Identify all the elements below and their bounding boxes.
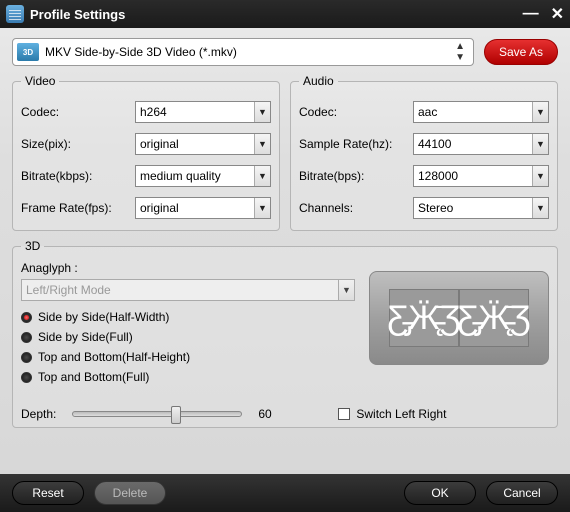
radio-top-bottom-half[interactable]: Top and Bottom(Half-Height) <box>21 347 355 367</box>
close-icon[interactable]: ✕ <box>551 4 564 24</box>
checkbox-icon <box>338 408 350 420</box>
audio-samplerate-value: 44100 <box>418 137 532 151</box>
switch-left-right[interactable]: Switch Left Right <box>338 407 446 421</box>
video-bitrate-label: Bitrate(kbps): <box>21 169 135 183</box>
window: Profile Settings — ✕ 3D MKV Side-by-Side… <box>0 0 570 512</box>
chevron-down-icon: ▼ <box>532 198 548 218</box>
profile-select[interactable]: 3D MKV Side-by-Side 3D Video (*.mkv) ▲▼ <box>12 38 474 66</box>
chevron-down-icon: ▼ <box>254 166 270 186</box>
audio-samplerate-select[interactable]: 44100 ▼ <box>413 133 549 155</box>
video-size-select[interactable]: original ▼ <box>135 133 271 155</box>
three-d-group: 3D Anaglyph : Left/Right Mode ▼ Side by … <box>12 239 558 428</box>
slider-thumb-icon[interactable] <box>171 406 181 424</box>
radio-dot-icon <box>21 332 32 343</box>
cancel-button[interactable]: Cancel <box>486 481 558 505</box>
video-codec-label: Codec: <box>21 105 135 119</box>
radio-dot-icon <box>21 312 32 323</box>
video-legend: Video <box>21 74 59 88</box>
video-size-value: original <box>140 137 254 151</box>
footer: Reset Delete OK Cancel <box>0 474 570 512</box>
save-as-button[interactable]: Save As <box>484 39 558 65</box>
audio-channels-value: Stereo <box>418 201 532 215</box>
radio-dot-icon <box>21 352 32 363</box>
butterfly-icon: Ƹ̵̡Ӝ̵̨̄Ʒ <box>388 301 461 335</box>
video-fps-value: original <box>140 201 254 215</box>
butterfly-icon: Ƹ̵̡Ӝ̵̨̄Ʒ <box>458 301 531 335</box>
video-codec-value: h264 <box>140 105 254 119</box>
radio-label: Top and Bottom(Half-Height) <box>38 350 190 364</box>
radio-side-by-side-half[interactable]: Side by Side(Half-Width) <box>21 307 355 327</box>
audio-channels-label: Channels: <box>299 201 413 215</box>
chevron-down-icon: ▼ <box>254 198 270 218</box>
audio-bitrate-value: 128000 <box>418 169 532 183</box>
audio-samplerate-label: Sample Rate(hz): <box>299 137 413 151</box>
preview-right: Ƹ̵̡Ӝ̵̨̄Ʒ <box>459 289 529 347</box>
anaglyph-label: Anaglyph : <box>21 261 355 275</box>
audio-codec-label: Codec: <box>299 105 413 119</box>
radio-label: Side by Side(Half-Width) <box>38 310 169 324</box>
ok-button[interactable]: OK <box>404 481 476 505</box>
profile-select-value: MKV Side-by-Side 3D Video (*.mkv) <box>45 45 451 59</box>
delete-button: Delete <box>94 481 166 505</box>
titlebar: Profile Settings — ✕ <box>0 0 570 28</box>
depth-label: Depth: <box>21 407 56 421</box>
anaglyph-placeholder: Left/Right Mode <box>26 283 338 297</box>
radio-label: Side by Side(Full) <box>38 330 133 344</box>
switch-label: Switch Left Right <box>356 407 446 421</box>
chevron-down-icon: ▼ <box>254 102 270 122</box>
chevron-down-icon: ▼ <box>532 102 548 122</box>
reset-button[interactable]: Reset <box>12 481 84 505</box>
anaglyph-select[interactable]: Left/Right Mode ▼ <box>21 279 355 301</box>
audio-codec-select[interactable]: aac ▼ <box>413 101 549 123</box>
video-fps-select[interactable]: original ▼ <box>135 197 271 219</box>
chevron-down-icon: ▼ <box>532 166 548 186</box>
window-title: Profile Settings <box>30 7 125 22</box>
video-bitrate-value: medium quality <box>140 169 254 183</box>
chevron-down-icon: ▼ <box>532 134 548 154</box>
audio-codec-value: aac <box>418 105 532 119</box>
audio-bitrate-label: Bitrate(bps): <box>299 169 413 183</box>
video-fps-label: Frame Rate(fps): <box>21 201 135 215</box>
radio-label: Top and Bottom(Full) <box>38 370 149 384</box>
video-group: Video Codec: h264 ▼ Size(pix): original … <box>12 74 280 231</box>
audio-bitrate-select[interactable]: 128000 ▼ <box>413 165 549 187</box>
radio-top-bottom-full[interactable]: Top and Bottom(Full) <box>21 367 355 387</box>
radio-dot-icon <box>21 372 32 383</box>
audio-group: Audio Codec: aac ▼ Sample Rate(hz): 4410… <box>290 74 558 231</box>
video-size-label: Size(pix): <box>21 137 135 151</box>
video-bitrate-select[interactable]: medium quality ▼ <box>135 165 271 187</box>
minimize-icon[interactable]: — <box>523 5 539 23</box>
window-body: 3D MKV Side-by-Side 3D Video (*.mkv) ▲▼ … <box>0 28 570 474</box>
video-codec-select[interactable]: h264 ▼ <box>135 101 271 123</box>
chevron-down-icon: ▼ <box>254 134 270 154</box>
audio-legend: Audio <box>299 74 338 88</box>
audio-channels-select[interactable]: Stereo ▼ <box>413 197 549 219</box>
chevron-down-icon: ▼ <box>338 280 354 300</box>
radio-side-by-side-full[interactable]: Side by Side(Full) <box>21 327 355 347</box>
depth-value: 60 <box>258 407 288 421</box>
format-3d-icon: 3D <box>17 43 39 61</box>
three-d-legend: 3D <box>21 239 44 253</box>
updown-icon: ▲▼ <box>451 41 469 63</box>
app-icon <box>6 5 24 23</box>
three-d-mode-radios: Side by Side(Half-Width) Side by Side(Fu… <box>21 307 355 387</box>
three-d-preview: Ƹ̵̡Ӝ̵̨̄Ʒ Ƹ̵̡Ӝ̵̨̄Ʒ <box>369 271 549 365</box>
preview-left: Ƹ̵̡Ӝ̵̨̄Ʒ <box>389 289 459 347</box>
depth-slider[interactable] <box>72 411 242 417</box>
